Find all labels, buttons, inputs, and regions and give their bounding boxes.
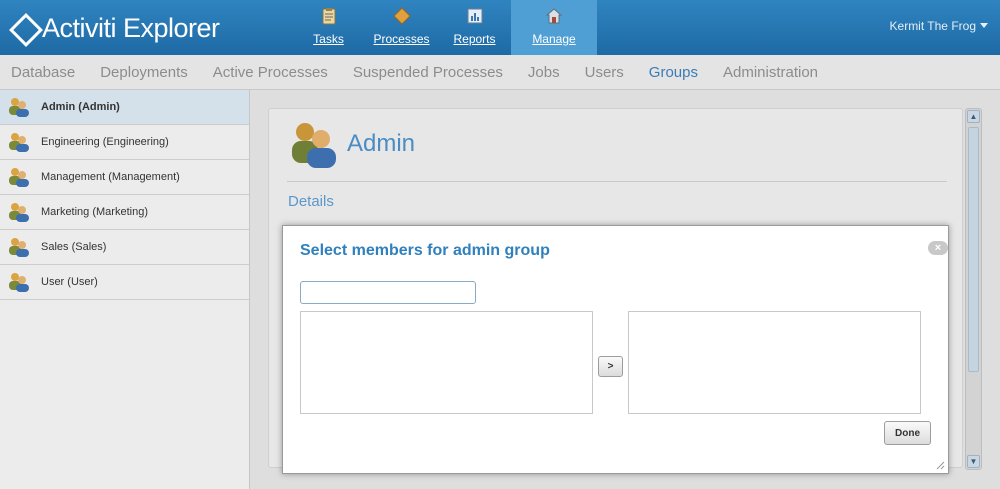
group-label: Marketing (Marketing) <box>41 206 148 218</box>
done-button[interactable]: Done <box>884 421 931 445</box>
subnav-users[interactable]: Users <box>585 64 624 81</box>
group-label: Sales (Sales) <box>41 241 107 253</box>
group-label: Management (Management) <box>41 171 180 183</box>
group-row-sales[interactable]: Sales (Sales) <box>0 230 249 265</box>
group-label: Admin (Admin) <box>41 101 120 113</box>
chart-icon <box>467 8 482 24</box>
scroll-down-icon[interactable]: ▼ <box>967 455 980 468</box>
group-detail-header: Admin <box>289 119 415 169</box>
nav-reports[interactable]: Reports <box>438 0 511 55</box>
selected-members-list[interactable] <box>628 311 921 414</box>
group-label: Engineering (Engineering) <box>41 136 169 148</box>
group-label: User (User) <box>41 276 98 288</box>
nav-manage-label: Manage <box>532 32 576 46</box>
nav-processes-label: Processes <box>373 32 430 46</box>
app-logo[interactable]: Activiti Explorer <box>10 10 220 46</box>
vertical-scrollbar[interactable]: ▲ ▼ <box>965 108 982 470</box>
group-row-marketing[interactable]: Marketing (Marketing) <box>0 195 249 230</box>
group-large-icon <box>292 123 336 168</box>
available-members-list[interactable] <box>300 311 593 414</box>
group-title: Admin <box>347 130 416 157</box>
nav-manage[interactable]: Manage <box>511 0 597 55</box>
group-row-user[interactable]: User (User) <box>0 265 249 300</box>
main-navigation: Tasks Processes Reports Manage <box>292 0 597 55</box>
group-row-admin[interactable]: Admin (Admin) <box>0 90 249 125</box>
app-header: Activiti Explorer Tasks Processes Report… <box>0 0 1000 55</box>
subnav-administration[interactable]: Administration <box>723 64 818 81</box>
diamond-logo-icon <box>10 14 38 42</box>
subnav-jobs[interactable]: Jobs <box>528 64 560 81</box>
dialog-title: Select members for admin group <box>300 242 550 259</box>
details-section-label: Details <box>288 193 334 210</box>
user-menu[interactable]: Kermit The Frog <box>890 19 988 33</box>
manage-subnav: Database Deployments Active Processes Su… <box>0 55 1000 90</box>
group-icon <box>9 98 29 117</box>
add-member-button[interactable]: > <box>598 356 623 377</box>
subnav-suspended-processes[interactable]: Suspended Processes <box>353 64 503 81</box>
group-icon <box>9 238 29 257</box>
group-list: Admin (Admin) Engineering (Engineering) … <box>0 90 250 489</box>
subnav-groups[interactable]: Groups <box>649 64 698 81</box>
close-icon[interactable]: × <box>928 241 948 255</box>
group-row-engineering[interactable]: Engineering (Engineering) <box>0 125 249 160</box>
subnav-active-processes[interactable]: Active Processes <box>213 64 328 81</box>
group-icon <box>9 203 29 222</box>
subnav-deployments[interactable]: Deployments <box>100 64 188 81</box>
nav-reports-label: Reports <box>453 32 496 46</box>
user-name: Kermit The Frog <box>889 19 976 33</box>
app-title: Activiti Explorer <box>42 12 220 43</box>
nav-tasks[interactable]: Tasks <box>292 0 365 55</box>
group-icon <box>9 133 29 152</box>
select-members-dialog: Select members for admin group × > Done <box>282 225 949 474</box>
group-icon <box>9 168 29 187</box>
clipboard-icon <box>322 8 335 25</box>
nav-tasks-label: Tasks <box>313 32 344 46</box>
group-icon <box>9 273 29 292</box>
diamond-icon <box>392 7 411 25</box>
scroll-up-icon[interactable]: ▲ <box>967 110 980 123</box>
house-icon <box>545 8 563 24</box>
divider <box>287 181 947 182</box>
member-search-input[interactable] <box>300 281 476 304</box>
scroll-thumb[interactable] <box>968 127 979 372</box>
resize-grip-icon[interactable] <box>935 460 945 470</box>
subnav-database[interactable]: Database <box>11 64 75 81</box>
group-row-management[interactable]: Management (Management) <box>0 160 249 195</box>
caret-down-icon <box>980 23 988 28</box>
nav-processes[interactable]: Processes <box>365 0 438 55</box>
